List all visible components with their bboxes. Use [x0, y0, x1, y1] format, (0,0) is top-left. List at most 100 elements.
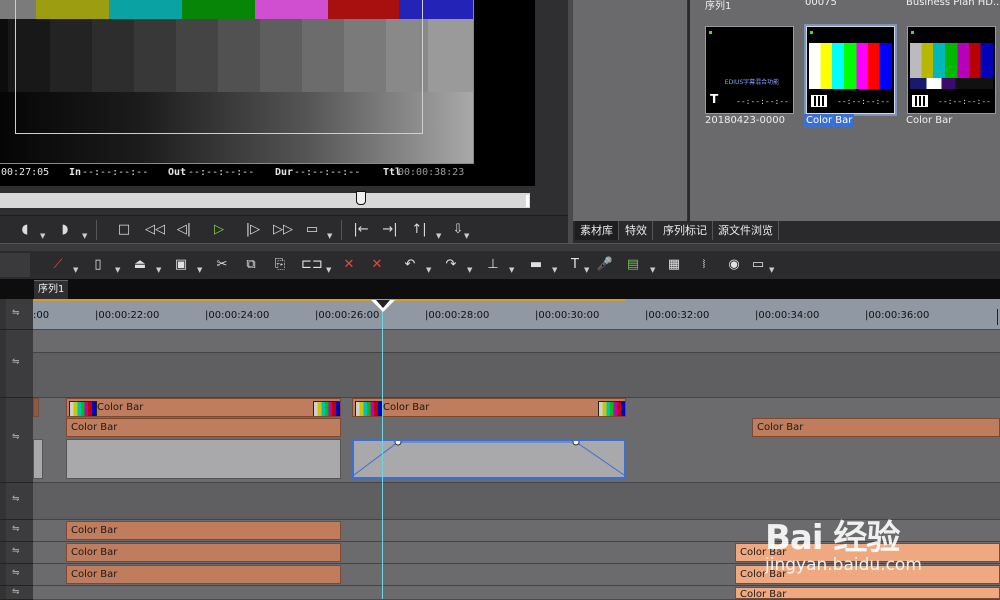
sync-icon[interactable]: ⇋ [12, 308, 20, 318]
mode-icon[interactable]: ⟋ [49, 256, 67, 274]
tab-sequence[interactable]: 序列1 [34, 280, 69, 299]
chevron-down-icon[interactable]: ▼ [467, 266, 472, 274]
sync-icon[interactable]: ⇋ [12, 524, 20, 534]
chevron-down-icon[interactable]: ▼ [650, 266, 655, 274]
chevron-down-icon[interactable]: ▼ [73, 266, 78, 274]
bin-clip-thumbnail[interactable]: --:--:--:-- [806, 26, 895, 114]
paste-icon[interactable]: ⎘ [271, 256, 289, 274]
chevron-down-icon[interactable]: ▼ [509, 266, 514, 274]
timeline-clip[interactable]: Color Bar [66, 565, 341, 584]
chevron-down-icon[interactable]: ▼ [115, 266, 120, 274]
delete-icon[interactable]: ✕ [340, 256, 358, 274]
render-icon[interactable]: ▤ [624, 256, 642, 274]
play-icon[interactable]: ▷ [209, 220, 229, 240]
chevron-down-icon[interactable]: ▼ [769, 266, 774, 274]
track-lane[interactable] [33, 330, 1000, 353]
mix-clip[interactable] [33, 439, 43, 479]
cut-icon[interactable]: ✂ [213, 256, 231, 274]
chevron-down-icon[interactable]: ▼ [584, 266, 589, 274]
fast-forward-icon[interactable]: ▷▷ [270, 220, 296, 240]
bin-clip-thumbnail[interactable]: EDIUS字幕混合功能 T --:--:--:-- [705, 26, 794, 114]
chevron-down-icon[interactable]: ▼ [464, 232, 469, 240]
redo-icon[interactable]: ↷ [442, 256, 460, 274]
timeline-clip[interactable]: Color Bar [352, 398, 626, 417]
mix-clip[interactable] [66, 439, 341, 479]
timeline-playhead[interactable] [382, 311, 383, 599]
clip-name[interactable]: Color Bar [904, 114, 954, 127]
replace-icon[interactable]: ⊏⊐ [301, 256, 323, 274]
clip-edge[interactable] [33, 398, 39, 417]
loop-icon[interactable]: ▭ [303, 220, 321, 240]
mark-out-icon[interactable]: ◗ [56, 220, 74, 240]
microphone-icon[interactable]: 🎤 [596, 256, 614, 274]
preview-monitor[interactable]: 00:27:05 In --:--:--:-- Out --:--:--:-- … [0, 0, 535, 186]
timeline-ruler[interactable]: :00 |00:00:22:00 |00:00:24:00 |00:00:26:… [33, 299, 1000, 330]
link-icon[interactable]: ▬ [524, 256, 548, 274]
track-lane[interactable] [33, 353, 1000, 398]
mix-clip-selected[interactable] [352, 439, 626, 479]
timeline-clip[interactable]: Color Bar [66, 398, 341, 417]
chevron-down-icon[interactable]: ▼ [197, 266, 202, 274]
chevron-down-icon[interactable]: ▼ [327, 232, 332, 240]
timeline-clip[interactable]: Color Bar [66, 418, 341, 437]
timeline-clip[interactable]: Color Bar [66, 543, 341, 562]
sync-icon[interactable]: ⇋ [12, 546, 20, 556]
sync-icon[interactable]: ⇋ [12, 587, 20, 597]
chevron-down-icon[interactable]: ▼ [552, 266, 557, 274]
chevron-down-icon[interactable]: ▼ [82, 232, 87, 240]
track-header[interactable]: ⇋ [0, 483, 33, 520]
undo-icon[interactable]: ↶ [401, 256, 419, 274]
bin-folder-tree[interactable] [573, 0, 688, 221]
track-header-ruler[interactable]: ⇋ [0, 299, 33, 330]
sync-icon[interactable]: ⇋ [12, 357, 20, 367]
ripple-delete-icon[interactable]: ✕ [368, 256, 386, 274]
sync-icon[interactable]: ⇋ [12, 568, 20, 578]
chevron-down-icon[interactable]: ▼ [40, 232, 45, 240]
tab-source-browser[interactable]: 源文件浏览 [713, 221, 779, 240]
track-header[interactable]: ⇋ [0, 586, 33, 600]
stop-icon[interactable]: □ [115, 220, 133, 240]
track-header[interactable]: ⇋ [0, 542, 33, 564]
timeline-clip[interactable]: Color Bar [66, 521, 341, 540]
ruler-progress [33, 299, 625, 301]
title-icon[interactable]: T [566, 256, 584, 274]
step-forward-icon[interactable]: |▷ [243, 220, 263, 240]
save-icon[interactable]: ▣ [172, 256, 190, 274]
open-icon[interactable]: ⏏ [131, 256, 149, 274]
baidu-watermark: Bai 经验 jingyan.baidu.com [745, 492, 995, 599]
timeline-clip[interactable]: Color Bar [752, 418, 1000, 437]
clip-name[interactable]: 20180423-0000 [703, 114, 787, 127]
insert-icon[interactable]: |← [349, 220, 373, 240]
chevron-down-icon[interactable]: ▼ [156, 266, 161, 274]
split-icon[interactable]: ↑| [407, 220, 431, 240]
scrub-bar[interactable] [0, 193, 530, 208]
track-header[interactable]: ⇋ [0, 330, 33, 398]
tab-bin[interactable]: 素材库 [575, 221, 619, 240]
mark-in-icon[interactable]: ◖ [16, 220, 34, 240]
new-sequence-icon[interactable]: ▯ [89, 256, 107, 274]
copy-icon[interactable]: ⧉ [242, 256, 260, 274]
track-header[interactable]: ⇋ [0, 564, 33, 586]
layout-icon[interactable]: ▭ [749, 256, 767, 274]
track-header[interactable]: ⇋ [0, 398, 33, 483]
table-icon[interactable]: ▦ [665, 256, 683, 274]
chevron-down-icon[interactable]: ▼ [326, 266, 331, 274]
step-back-icon[interactable]: ◁| [175, 220, 193, 240]
chevron-down-icon[interactable]: ▼ [436, 232, 441, 240]
audio-mixer-icon[interactable]: ⧘ [695, 256, 713, 274]
tab-effects[interactable]: 特效 [620, 221, 653, 240]
rewind-icon[interactable]: ◁◁ [143, 220, 167, 240]
tab-sequence-markers[interactable]: 序列标记 [658, 221, 713, 240]
overwrite-icon[interactable]: →| [378, 220, 402, 240]
clip-name-selected[interactable]: Color Bar [804, 114, 855, 127]
scrub-handle[interactable] [356, 191, 366, 205]
sync-icon[interactable]: ⇋ [12, 432, 20, 442]
track-header[interactable]: ⇋ [0, 520, 33, 542]
ruler-label: |00:00:24:00 [205, 310, 270, 321]
mixer-icon[interactable]: ⊥ [484, 256, 502, 274]
track-lane-va[interactable]: Color Bar Color Bar Color Bar Color Bar [33, 398, 1000, 483]
bin-clip-thumbnail[interactable]: --:--:--:-- [907, 26, 996, 114]
sync-icon[interactable]: ⇋ [12, 494, 20, 504]
vectorscope-icon[interactable]: ◉ [725, 256, 743, 274]
chevron-down-icon[interactable]: ▼ [426, 266, 431, 274]
